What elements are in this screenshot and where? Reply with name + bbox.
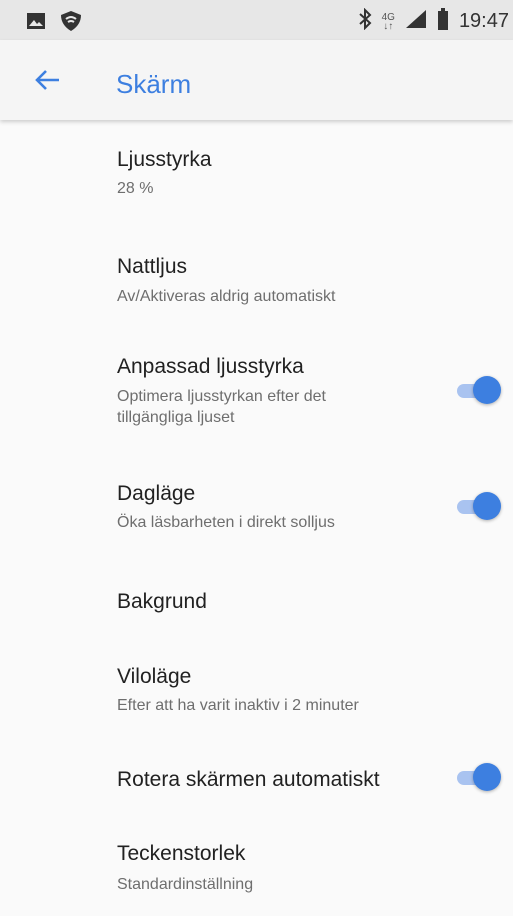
- setting-title: Nattljus: [117, 255, 188, 278]
- setting-vilolage[interactable]: Viloläge Efter att ha varit inaktiv i 2 …: [0, 642, 513, 750]
- setting-rotera-skarmen[interactable]: Rotera skärmen automatiskt: [0, 750, 513, 834]
- arrow-back-icon: [35, 70, 59, 90]
- setting-subtitle: Standardinställning: [117, 876, 254, 893]
- setting-daglage[interactable]: Dagläge Öka läsbarheten i direkt solljus: [0, 460, 513, 570]
- setting-subtitle: Efter att ha varit inaktiv i 2 minuter: [117, 697, 359, 714]
- setting-title: Rotera skärmen automatiskt: [117, 768, 380, 791]
- toggle-thumb: [473, 492, 501, 520]
- setting-ljusstyrka[interactable]: Ljusstyrka 28 %: [0, 122, 513, 228]
- status-left-icons: [26, 10, 82, 37]
- battery-icon: [437, 8, 449, 35]
- setting-title: Bakgrund: [117, 590, 207, 613]
- app-bar: Skärm: [0, 40, 513, 120]
- daglage-toggle[interactable]: [457, 492, 501, 522]
- network-type: 4G ↓↑: [381, 11, 395, 32]
- setting-subtitle: Öka läsbarheten i direkt solljus: [117, 514, 335, 531]
- toggle-thumb: [473, 763, 501, 791]
- setting-bakgrund[interactable]: Bakgrund: [0, 570, 513, 642]
- anpassad-ljusstyrka-toggle[interactable]: [457, 376, 501, 406]
- rotera-skarmen-toggle[interactable]: [457, 763, 501, 793]
- toggle-thumb: [473, 376, 501, 404]
- setting-title: Ljusstyrka: [117, 148, 212, 171]
- setting-teckenstorlek[interactable]: Teckenstorlek Standardinställning: [0, 834, 513, 916]
- image-icon: [26, 12, 46, 35]
- status-time: 19:47: [458, 10, 509, 32]
- setting-title: Dagläge: [117, 482, 196, 505]
- shield-icon: [60, 10, 82, 37]
- setting-subtitle: 28 %: [117, 180, 154, 197]
- back-button[interactable]: [32, 64, 64, 96]
- page-title: Skärm: [116, 69, 192, 99]
- status-bar: 4G ↓↑ 19:47: [0, 0, 513, 40]
- setting-nattljus[interactable]: Nattljus Av/Aktiveras aldrig automatiskt: [0, 228, 513, 332]
- setting-subtitle: Av/Aktiveras aldrig automatiskt: [117, 288, 336, 305]
- setting-anpassad-ljusstyrka[interactable]: Anpassad ljusstyrka Optimera ljusstyrkan…: [0, 332, 513, 460]
- status-right-icons: 4G ↓↑ 19:47: [358, 7, 509, 35]
- setting-title: Teckenstorlek: [117, 842, 246, 865]
- signal-icon: [405, 9, 427, 34]
- setting-title: Viloläge: [117, 665, 192, 688]
- setting-title: Anpassad ljusstyrka: [117, 355, 304, 378]
- setting-subtitle: Optimera ljusstyrkan efter det tillgängl…: [117, 388, 326, 426]
- bluetooth-icon: [358, 7, 372, 35]
